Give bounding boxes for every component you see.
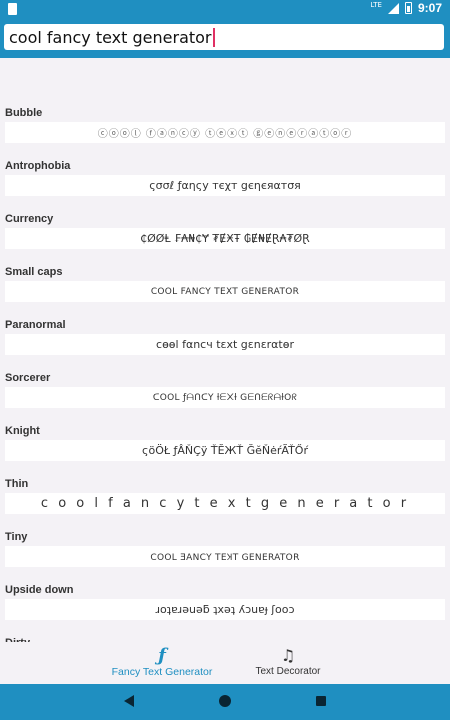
style-name: Small caps xyxy=(5,266,63,278)
style-item[interactable]: Knight ςöÖŁ ƒÂŇÇÿ ŤĔЖŤ ĞĕŇėŕÃŤŐŕ xyxy=(0,425,450,478)
style-name: Paranormal xyxy=(5,319,66,331)
text-input-field[interactable]: cool fancy text generator xyxy=(4,24,444,50)
network-type: LTE xyxy=(370,0,382,9)
clock: 9:07 xyxy=(417,1,442,15)
system-navigation-bar xyxy=(0,684,450,720)
bottom-navigation: ƒ Fancy Text Generator ♫ Text Decorator xyxy=(0,642,450,684)
style-item[interactable]: Currency ₵ØØⱠ ₣₳₦₵Ɏ ₮ɆӾŦ ₲Ɇ₦ɆⱤ₳₮ØⱤ xyxy=(0,213,450,266)
styled-text-output[interactable]: COOL ƎANCY TEꞰT GENERATOR xyxy=(5,546,445,567)
styled-text-output[interactable]: ᑕOOᒪ ƒᗩᑎᑕY ƚᗴ᙭ƚ GᗴᑎᗴᖇᗩƚOᖇ xyxy=(5,387,445,408)
style-name: Knight xyxy=(5,425,40,437)
style-item[interactable]: Sorcerer ᑕOOᒪ ƒᗩᑎᑕY ƚᗴ᙭ƚ GᗴᑎᗴᖇᗩƚOᖇ xyxy=(0,372,450,425)
style-item[interactable]: Upside down ɹoʇɐɹǝuǝƃ ʇxǝʇ ʎɔuɐɟ ʃooɔ xyxy=(0,584,450,637)
styled-text-output[interactable]: COOL FANCY TEXT GENERATOR xyxy=(5,281,445,302)
styled-text-output[interactable]: c o o l f a n c y t e x t g e n e r a t … xyxy=(5,493,445,514)
styled-text-output[interactable]: ςσσℓ ƒαηςу тєχт gєηєяαтσя xyxy=(5,175,445,196)
style-name: Upside down xyxy=(5,584,74,596)
style-name: Tiny xyxy=(5,531,28,543)
style-item[interactable]: Antrophobia ςσσℓ ƒαηςу тєχт gєηєяαтσя xyxy=(0,160,450,213)
styled-text-list[interactable]: Bubble ⓒⓞⓞⓛ ⓕⓐⓝⓒⓨ ⓣⓔⓧⓣ ⓖⓔⓝⓔⓡⓐⓣⓞⓡ Antrophob… xyxy=(0,64,450,642)
tab-label: Text Decorator xyxy=(255,666,321,677)
fancy-f-icon: ƒ xyxy=(158,645,166,666)
styled-text-output[interactable]: ₵ØØⱠ ₣₳₦₵Ɏ ₮ɆӾŦ ₲Ɇ₦ɆⱤ₳₮ØⱤ xyxy=(5,228,445,249)
input-value[interactable]: cool fancy text generator xyxy=(9,28,212,47)
app-bar: cool fancy text generator xyxy=(0,18,450,58)
style-name: Bubble xyxy=(5,107,43,119)
tab-label: Fancy Text Generator xyxy=(111,666,213,678)
sim-card-icon xyxy=(8,3,17,15)
recent-apps-button[interactable] xyxy=(316,696,326,706)
style-name: Thin xyxy=(5,478,29,490)
style-name: Antrophobia xyxy=(5,160,71,172)
styled-text-output[interactable]: ⓒⓞⓞⓛ ⓕⓐⓝⓒⓨ ⓣⓔⓧⓣ ⓖⓔⓝⓔⓡⓐⓣⓞⓡ xyxy=(5,122,445,143)
status-bar: LTE 9:07 xyxy=(0,0,450,18)
battery-icon xyxy=(404,2,412,14)
style-item[interactable]: Thin c o o l f a n c y t e x t g e n e r … xyxy=(0,478,450,531)
style-item[interactable]: Paranormal cѳѳl fαncч tεxt gεnεrαtѳr xyxy=(0,319,450,372)
style-name: Sorcerer xyxy=(5,372,51,384)
styled-text-output[interactable]: cѳѳl fαncч tεxt gεnεrαtѳr xyxy=(5,334,445,355)
tab-text-decorator[interactable]: ♫ Text Decorator xyxy=(252,646,324,682)
style-item[interactable]: Small caps COOL FANCY TEXT GENERATOR xyxy=(0,266,450,319)
music-note-icon: ♫ xyxy=(280,646,296,665)
tab-fancy-text-generator[interactable]: ƒ Fancy Text Generator xyxy=(100,646,224,682)
back-button[interactable] xyxy=(124,695,134,707)
home-button[interactable] xyxy=(219,695,231,707)
style-item[interactable]: Tiny COOL ƎANCY TEꞰT GENERATOR xyxy=(0,531,450,584)
style-name: Currency xyxy=(5,213,54,225)
styled-text-output[interactable]: ɹoʇɐɹǝuǝƃ ʇxǝʇ ʎɔuɐɟ ʃooɔ xyxy=(5,599,445,620)
styled-text-output[interactable]: ςöÖŁ ƒÂŇÇÿ ŤĔЖŤ ĞĕŇėŕÃŤŐŕ xyxy=(5,440,445,461)
text-cursor xyxy=(212,27,215,47)
style-item[interactable]: Bubble ⓒⓞⓞⓛ ⓕⓐⓝⓒⓨ ⓣⓔⓧⓣ ⓖⓔⓝⓔⓡⓐⓣⓞⓡ xyxy=(0,107,450,160)
signal-icon xyxy=(387,2,399,14)
